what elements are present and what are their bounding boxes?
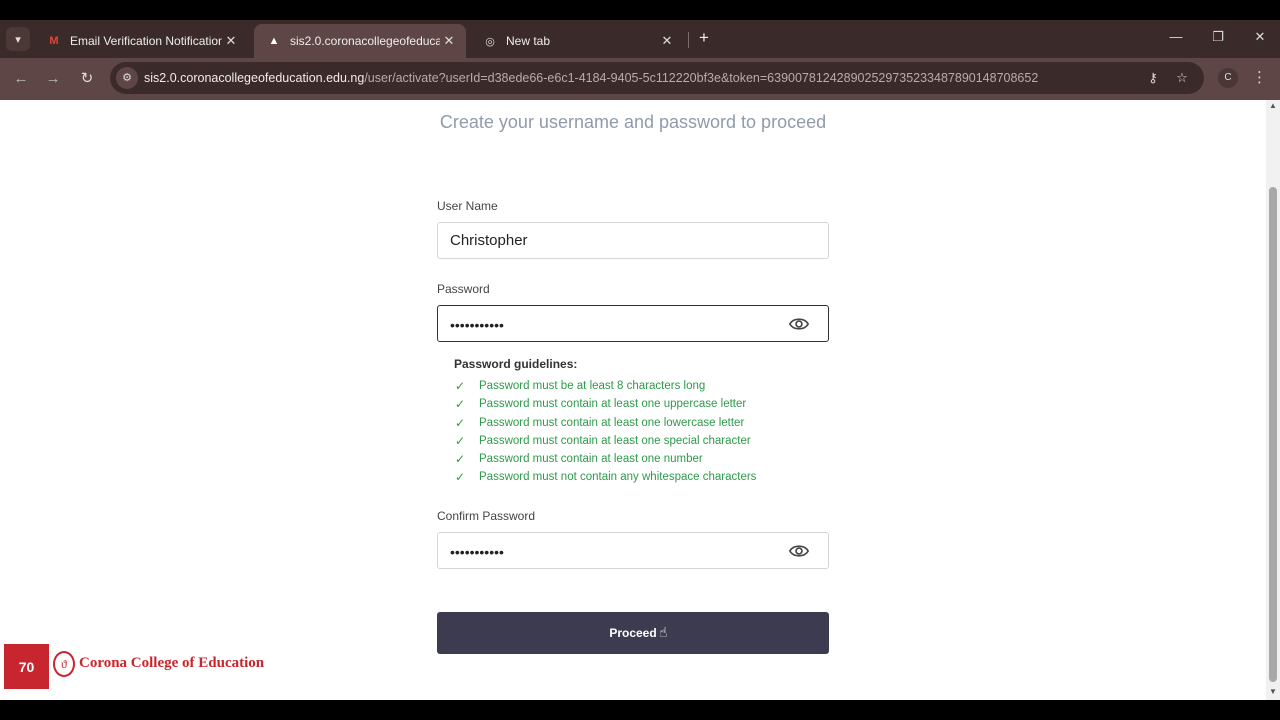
tab-strip: ▾ M Email Verification Notification - ✕ … (0, 20, 1280, 58)
minimize-button[interactable]: — (1164, 27, 1188, 47)
tab-title: Email Verification Notification - (70, 34, 222, 48)
new-tab-button[interactable]: + (694, 28, 714, 48)
gmail-icon: M (49, 35, 59, 47)
address-bar[interactable]: ⚙ sis2.0.coronacollegeofeducation.edu.ng… (110, 62, 1204, 94)
guideline-item: ✓ Password must contain at least one spec… (455, 434, 751, 448)
forward-button[interactable]: → (42, 68, 64, 90)
check-icon: ✓ (455, 416, 466, 430)
password-key-icon[interactable]: ⚷ (1144, 70, 1162, 86)
check-icon: ✓ (455, 470, 466, 484)
more-menu-icon[interactable]: ⋮ (1252, 68, 1267, 90)
chrome-icon: ◎ (485, 35, 495, 48)
confirm-password-value: ••••••••••• (450, 544, 504, 560)
check-icon: ✓ (455, 452, 466, 466)
eye-icon[interactable] (788, 314, 810, 334)
tab-new-tab[interactable]: ◎ New tab ✕ (470, 24, 684, 58)
page-viewport: Create your username and password to pro… (0, 100, 1266, 700)
eye-icon[interactable] (788, 541, 810, 561)
reload-button[interactable]: ↻ (76, 68, 98, 90)
password-guidelines-title: Password guidelines: (454, 357, 578, 371)
guideline-item: ✓ Password must contain at least one numb… (455, 452, 703, 466)
close-icon[interactable]: ✕ (658, 33, 676, 49)
profile-avatar[interactable]: C (1218, 68, 1238, 88)
tab-sis-portal[interactable]: ▲ sis2.0.coronacollegeofeducatio ✕ (254, 24, 466, 58)
confirm-password-label: Confirm Password (437, 509, 536, 523)
college-logo-text: Corona College of Education (79, 655, 265, 671)
tab-separator (688, 32, 689, 48)
password-value: ••••••••••• (450, 317, 504, 333)
scrollbar-thumb[interactable] (1269, 187, 1277, 682)
bookmark-star-icon[interactable]: ☆ (1173, 70, 1191, 86)
browser-toolbar: ← → ↻ ⚙ sis2.0.coronacollegeofeducation.… (0, 58, 1280, 100)
anniversary-logo-badge: 70 (4, 644, 49, 689)
url-text[interactable]: sis2.0.coronacollegeofeducation.edu.ng/u… (144, 71, 1038, 85)
proceed-button[interactable]: Proceed (437, 612, 829, 654)
guideline-item: ✓ Password must be at least 8 characters … (455, 379, 706, 393)
guideline-item: ✓ Password must contain at least one lowe… (455, 416, 745, 430)
password-label: Password (437, 282, 490, 296)
back-button[interactable]: ← (10, 68, 32, 90)
hand-cursor-icon: ☝ (659, 624, 668, 640)
check-icon: ✓ (455, 397, 466, 411)
scroll-down-arrow-icon[interactable]: ▼ (1268, 687, 1278, 697)
scroll-up-arrow-icon[interactable]: ▲ (1268, 101, 1278, 111)
tab-search-button[interactable]: ▾ (6, 27, 30, 51)
restore-button[interactable]: ❐ (1206, 27, 1230, 47)
close-window-button[interactable]: ✕ (1248, 27, 1272, 47)
guideline-item: ✓ Password must contain at least one uppe… (455, 397, 747, 411)
username-value: Christopher (450, 232, 528, 249)
username-label: User Name (437, 199, 498, 213)
screen-top-bar (0, 0, 1280, 20)
username-input[interactable]: Christopher (437, 222, 829, 259)
check-icon: ✓ (455, 434, 466, 448)
check-icon: ✓ (455, 379, 466, 393)
tab-title: New tab (506, 34, 551, 48)
site-triangle-icon: ▲ (268, 35, 280, 47)
chevron-down-icon: ▾ (15, 33, 21, 46)
site-settings-icon[interactable]: ⚙ (116, 67, 138, 89)
tab-email-verification[interactable]: M Email Verification Notification - ✕ (34, 24, 248, 58)
college-emblem-icon: ϑ (53, 651, 75, 677)
tab-title: sis2.0.coronacollegeofeducatio (290, 34, 440, 48)
close-icon[interactable]: ✕ (222, 33, 240, 49)
screen-bottom-bar (0, 700, 1280, 720)
close-icon[interactable]: ✕ (440, 33, 458, 49)
guideline-item: ✓ Password must not contain any whitespac… (455, 470, 757, 484)
page-heading: Create your username and password to pro… (439, 112, 827, 132)
password-input[interactable]: ••••••••••• (437, 305, 829, 342)
confirm-password-input[interactable]: ••••••••••• (437, 532, 829, 569)
